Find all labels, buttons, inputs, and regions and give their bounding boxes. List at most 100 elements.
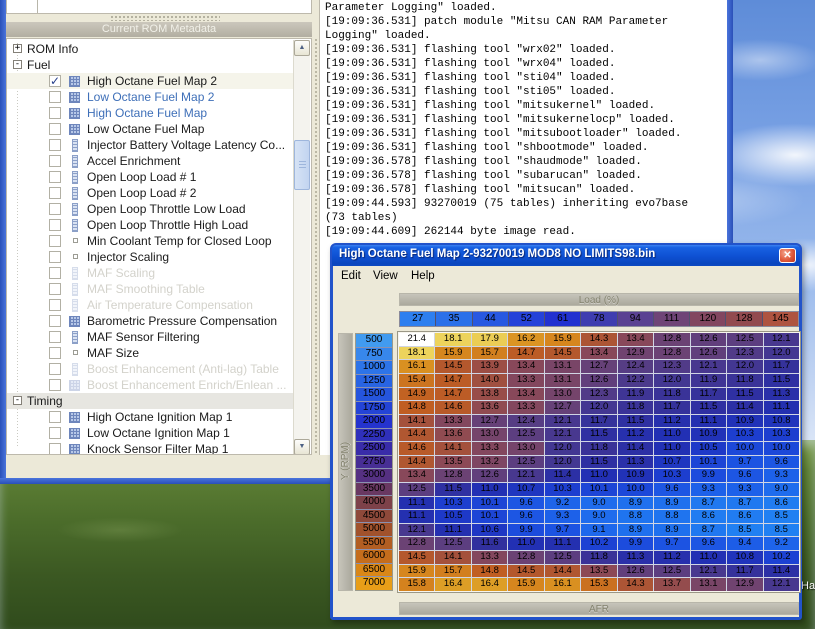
tree-item-checkbox[interactable]	[49, 299, 61, 311]
afr-cell[interactable]: 14.7	[435, 388, 470, 401]
afr-cell[interactable]: 12.1	[545, 428, 580, 441]
afr-cell[interactable]: 10.5	[435, 510, 470, 523]
afr-cell[interactable]: 11.5	[727, 388, 762, 401]
afr-cell[interactable]: 11.0	[472, 483, 507, 496]
afr-cell[interactable]: 12.8	[508, 551, 543, 564]
tree-item[interactable]: Low Octane Fuel Map 2	[7, 89, 295, 105]
afr-cell[interactable]: 9.0	[581, 510, 616, 523]
afr-cell[interactable]: 12.2	[618, 374, 653, 387]
afr-cell[interactable]: 10.3	[727, 428, 762, 441]
afr-cell[interactable]: 10.0	[764, 442, 799, 455]
afr-cell[interactable]: 8.9	[618, 497, 653, 510]
afr-cell[interactable]: 8.5	[727, 524, 762, 537]
afr-cell[interactable]: 12.6	[581, 374, 616, 387]
afr-cell[interactable]: 11.4	[545, 469, 580, 482]
afr-cell[interactable]: 11.7	[691, 388, 726, 401]
afr-cell[interactable]: 13.3	[508, 374, 543, 387]
load-header-cell[interactable]: 27	[400, 312, 435, 326]
afr-cell[interactable]: 13.7	[654, 578, 689, 591]
afr-cell[interactable]: 11.2	[618, 428, 653, 441]
menu-edit[interactable]: Edit	[341, 270, 361, 282]
afr-cell[interactable]: 11.9	[691, 374, 726, 387]
afr-cell[interactable]: 10.2	[764, 551, 799, 564]
afr-cell[interactable]: 12.8	[654, 347, 689, 360]
afr-cell[interactable]: 12.1	[691, 360, 726, 373]
afr-cell[interactable]: 13.1	[545, 374, 580, 387]
afr-cell[interactable]: 11.7	[764, 360, 799, 373]
afr-cell[interactable]: 9.9	[508, 524, 543, 537]
afr-cell[interactable]: 11.8	[727, 374, 762, 387]
afr-cell[interactable]: 11.7	[654, 401, 689, 414]
afr-cell[interactable]: 9.3	[691, 483, 726, 496]
afr-cell[interactable]: 8.8	[654, 510, 689, 523]
tree-item[interactable]: MAF Smoothing Table	[7, 281, 295, 297]
afr-cell[interactable]: 11.2	[654, 415, 689, 428]
tree-item-checkbox[interactable]	[49, 235, 61, 247]
afr-cell[interactable]: 14.0	[472, 374, 507, 387]
tree-item[interactable]: High Octane Ignition Map 1	[7, 409, 295, 425]
afr-cell[interactable]: 13.2	[472, 456, 507, 469]
afr-cell[interactable]: 14.7	[508, 347, 543, 360]
afr-cell[interactable]: 13.5	[435, 456, 470, 469]
fuel-map-titlebar[interactable]: High Octane Fuel Map 2-93270019 MOD8 NO …	[332, 245, 800, 266]
afr-cell[interactable]: 16.4	[435, 578, 470, 591]
afr-cell[interactable]: 21.4	[399, 333, 434, 346]
afr-cell[interactable]: 16.4	[472, 578, 507, 591]
afr-cell[interactable]: 10.6	[472, 524, 507, 537]
afr-cell[interactable]: 12.9	[618, 347, 653, 360]
afr-cell[interactable]: 14.5	[508, 565, 543, 578]
desktop-icon-label[interactable]: Ha	[801, 580, 815, 592]
afr-cell[interactable]: 11.5	[618, 415, 653, 428]
afr-cell[interactable]: 9.7	[654, 537, 689, 550]
tree-item-checkbox[interactable]	[49, 331, 61, 343]
afr-cell[interactable]: 10.8	[764, 415, 799, 428]
afr-cell[interactable]: 12.7	[581, 360, 616, 373]
afr-cell[interactable]: 14.4	[399, 456, 434, 469]
tree-item[interactable]: Barometric Pressure Compensation	[7, 313, 295, 329]
afr-cell[interactable]: 14.5	[399, 551, 434, 564]
tree-item-checkbox[interactable]	[49, 315, 61, 327]
afr-cell[interactable]: 13.6	[472, 401, 507, 414]
afr-cell[interactable]: 12.5	[399, 483, 434, 496]
afr-cell[interactable]: 12.0	[581, 401, 616, 414]
rpm-header-cell[interactable]: 2000	[356, 415, 392, 428]
afr-cell[interactable]: 12.3	[654, 360, 689, 373]
afr-cell[interactable]: 8.7	[727, 497, 762, 510]
afr-cell[interactable]: 11.5	[581, 456, 616, 469]
afr-cell[interactable]: 12.4	[618, 360, 653, 373]
afr-cell[interactable]: 11.0	[508, 537, 543, 550]
afr-cell[interactable]: 9.2	[545, 497, 580, 510]
afr-cell[interactable]: 9.2	[764, 537, 799, 550]
afr-cell[interactable]: 14.9	[399, 388, 434, 401]
afr-cell[interactable]: 9.6	[727, 469, 762, 482]
rpm-header-cell[interactable]: 3500	[356, 483, 392, 496]
rpm-header-cell[interactable]: 2750	[356, 456, 392, 469]
afr-cell[interactable]: 10.9	[691, 428, 726, 441]
tree-item[interactable]: MAF Scaling	[7, 265, 295, 281]
afr-cell[interactable]: 14.8	[399, 401, 434, 414]
rpm-header-cell[interactable]: 4500	[356, 510, 392, 523]
afr-cell[interactable]: 13.8	[472, 388, 507, 401]
afr-cell[interactable]: 14.3	[581, 333, 616, 346]
afr-cell[interactable]: 10.7	[508, 483, 543, 496]
afr-cell[interactable]: 8.6	[764, 497, 799, 510]
afr-cell[interactable]: 11.5	[581, 428, 616, 441]
afr-cell[interactable]: 12.1	[764, 333, 799, 346]
tree-item[interactable]: Injector Battery Voltage Latency Co...	[7, 137, 295, 153]
afr-cell[interactable]: 9.7	[727, 456, 762, 469]
rpm-header-cell[interactable]: 1250	[356, 375, 392, 388]
afr-cell[interactable]: 10.1	[691, 456, 726, 469]
afr-cell[interactable]: 14.1	[435, 551, 470, 564]
afr-cell[interactable]: 12.5	[727, 333, 762, 346]
afr-cell[interactable]: 10.5	[691, 442, 726, 455]
afr-cell[interactable]: 8.6	[727, 510, 762, 523]
rpm-header-cell[interactable]: 750	[356, 348, 392, 361]
afr-cell[interactable]: 8.7	[691, 497, 726, 510]
tree-item-checkbox[interactable]	[49, 443, 61, 455]
tree-item[interactable]: Injector Scaling	[7, 249, 295, 265]
afr-cell[interactable]: 13.9	[472, 360, 507, 373]
afr-cell[interactable]: 11.3	[618, 456, 653, 469]
afr-cell[interactable]: 12.6	[472, 469, 507, 482]
afr-cell[interactable]: 11.0	[654, 428, 689, 441]
tree-item[interactable]: Open Loop Throttle Low Load	[7, 201, 295, 217]
